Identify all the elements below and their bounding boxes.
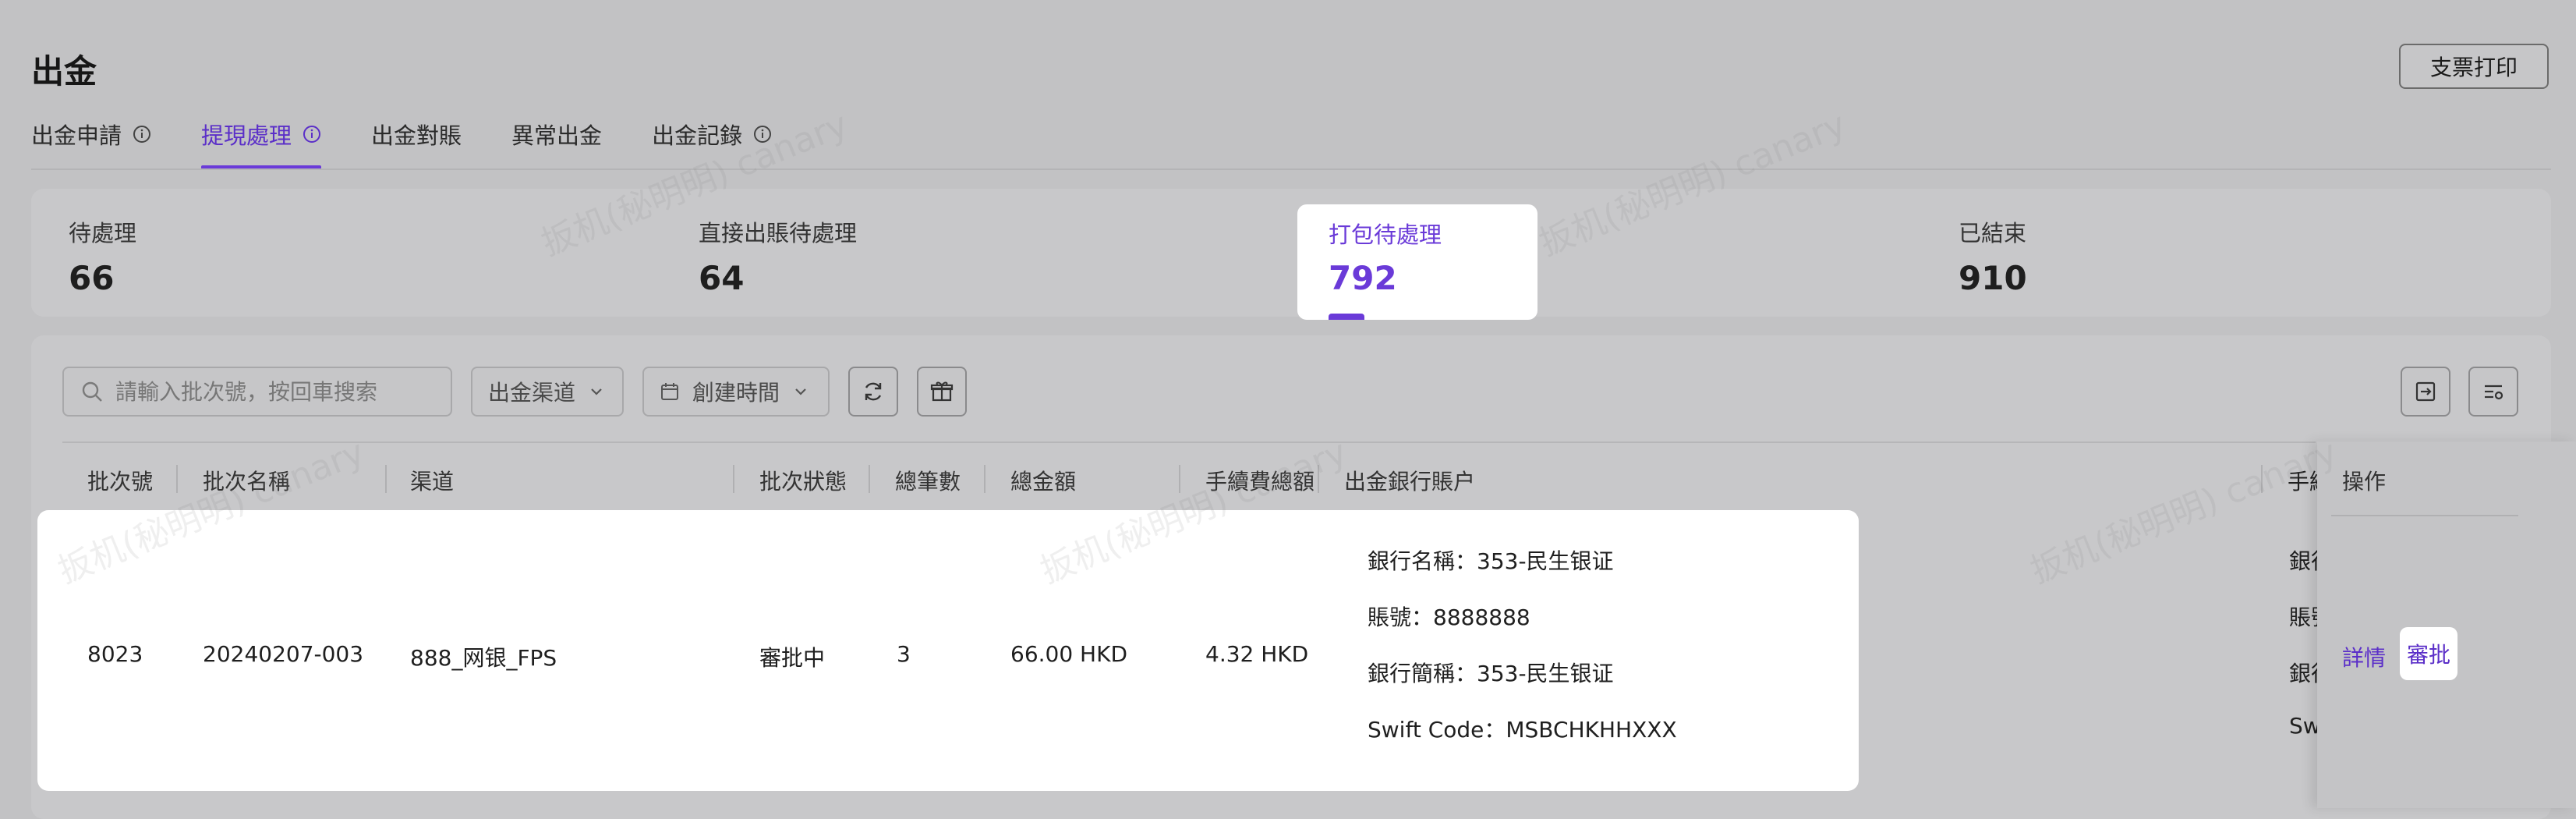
tab-label: 出金申請	[31, 122, 122, 149]
stat-pending[interactable]: 待處理 66	[69, 215, 136, 297]
column-separator	[869, 465, 870, 493]
column-separator	[176, 465, 178, 493]
tab-withdraw-records[interactable]: 出金記錄	[652, 117, 772, 151]
chevron-down-icon	[591, 388, 602, 395]
tab-bar: 出金申請 提現處理 出金對賬 異常出金 出金記錄	[31, 117, 822, 170]
stat-finished[interactable]: 已結束 910	[1959, 215, 2027, 297]
page-title: 出金	[31, 52, 97, 90]
created-time-filter[interactable]: 創建時間	[642, 367, 830, 417]
search-box[interactable]	[62, 367, 452, 417]
tab-label: 提現處理	[201, 122, 292, 149]
tabs-divider	[31, 168, 2551, 170]
column-header-count: 總筆數	[895, 469, 961, 495]
column-header-channel: 渠道	[410, 469, 455, 495]
stat-label: 待處理	[69, 220, 137, 246]
toolbar-divider	[62, 441, 2316, 443]
stat-value: 792	[1329, 259, 1397, 297]
info-icon	[133, 126, 151, 143]
column-header-fee-account: 手續	[2288, 469, 2319, 495]
column-settings-icon	[2485, 385, 2503, 400]
cell-fee-account-swift: Swi	[2289, 713, 2320, 739]
chevron-down-icon	[795, 388, 806, 395]
export-button[interactable]	[2401, 367, 2450, 417]
active-indicator	[1329, 314, 1364, 320]
info-icon	[303, 126, 321, 143]
stat-direct-pending[interactable]: 直接出賬待處理 64	[699, 215, 857, 297]
operation-column	[2317, 441, 2576, 808]
tab-label: 異常出金	[511, 122, 603, 149]
gift-box-icon	[930, 381, 954, 402]
tab-withdraw-reconciliation[interactable]: 出金對賬	[371, 117, 462, 151]
stat-package-pending[interactable]: 打包待處理 792	[1297, 204, 1537, 320]
column-header-total-amount: 總金額	[1010, 469, 1077, 495]
cell-fee-account-bank: 銀行	[2289, 548, 2320, 574]
calendar-icon	[661, 383, 678, 400]
column-header-bank-account: 出金銀行賬户	[1344, 469, 1476, 495]
channel-filter-label: 出金渠道	[488, 380, 576, 406]
refresh-icon	[865, 382, 882, 401]
export-icon	[2415, 381, 2436, 402]
tab-abnormal-withdraw[interactable]: 異常出金	[511, 117, 602, 151]
column-separator	[385, 465, 387, 493]
stats-panel	[31, 189, 2551, 317]
cell-count: 3	[897, 641, 911, 667]
stat-label: 已結束	[1959, 220, 2027, 246]
cell-batch-name: 20240207-003	[203, 641, 364, 667]
cell-fee-account-short: 銀行	[2289, 661, 2320, 686]
column-header-batch-name: 批次名稱	[203, 469, 291, 495]
cell-swift-code: Swift Code：MSBCHKHHXXX	[1368, 717, 1677, 743]
approve-link[interactable]: 審批	[2407, 638, 2450, 669]
print-cheque-button[interactable]: 支票打印	[2399, 44, 2549, 89]
tab-withdraw-application[interactable]: 出金申請	[31, 117, 151, 151]
cell-batch-no: 8023	[87, 641, 143, 667]
stat-value: 910	[1959, 259, 2027, 297]
package-button[interactable]	[917, 367, 967, 417]
stat-value: 64	[699, 259, 745, 297]
search-icon	[82, 381, 102, 402]
cell-fee-total: 4.32 HKD	[1205, 641, 1309, 667]
tab-label: 出金對賬	[371, 122, 462, 149]
column-settings-button[interactable]	[2468, 367, 2518, 417]
cell-total-amount: 66.00 HKD	[1010, 641, 1128, 667]
created-time-filter-label: 創建時間	[692, 380, 780, 406]
channel-filter[interactable]: 出金渠道	[471, 367, 624, 417]
operation-header-divider	[2331, 515, 2518, 516]
cell-bank-short-name: 銀行簡稱：353-民生银证	[1368, 661, 1614, 686]
tab-label: 出金記錄	[652, 122, 743, 149]
approve-link-highlight[interactable]: 審批	[2400, 627, 2457, 680]
cell-bank-account-no: 賬號：8888888	[1368, 604, 1530, 630]
cell-fee-account-no: 賬號	[2289, 604, 2320, 630]
column-header-fee-total: 手續費總額	[1205, 469, 1315, 495]
detail-link[interactable]: 詳情	[2342, 641, 2386, 672]
cell-bank-name: 銀行名稱：353-民生银证	[1368, 548, 1614, 574]
column-header-batch-no: 批次號	[87, 469, 154, 495]
column-separator	[1318, 465, 1319, 493]
column-header-actions: 操作	[2342, 469, 2387, 495]
cell-channel: 888_网银_FPS	[410, 645, 557, 671]
search-input[interactable]	[114, 378, 444, 406]
column-header-batch-status: 批次狀態	[759, 469, 847, 495]
refresh-button[interactable]	[848, 367, 898, 417]
info-icon	[754, 126, 772, 143]
stat-value: 66	[69, 259, 115, 297]
column-separator	[984, 465, 985, 493]
column-separator	[1179, 465, 1180, 493]
cell-batch-status: 審批中	[759, 645, 826, 671]
stat-label: 直接出賬待處理	[699, 220, 858, 246]
column-separator	[2261, 465, 2263, 493]
column-separator	[733, 465, 734, 493]
tab-withdraw-processing[interactable]: 提現處理	[201, 117, 322, 169]
stat-label: 打包待處理	[1329, 222, 1442, 248]
